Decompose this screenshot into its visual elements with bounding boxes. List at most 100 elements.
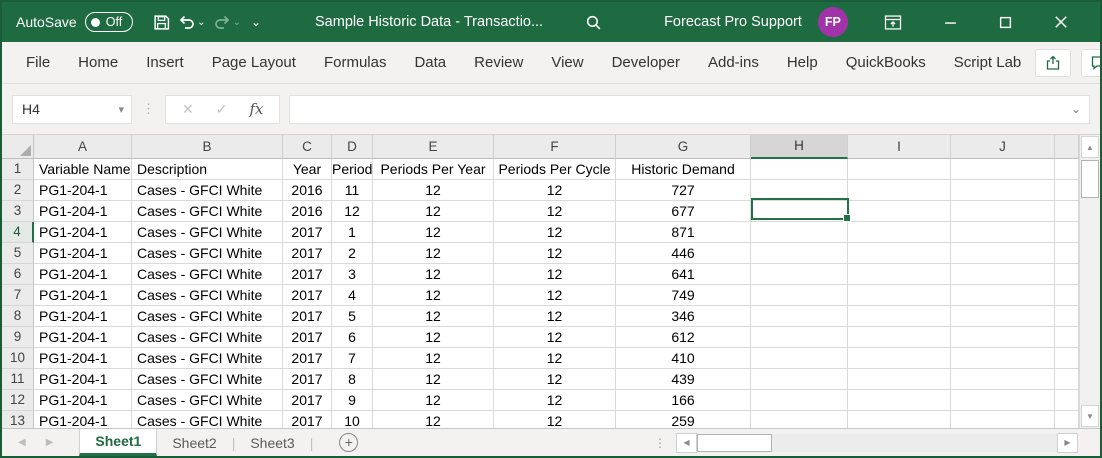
cell-H4[interactable] xyxy=(751,222,848,243)
row-header-8[interactable]: 8 xyxy=(2,306,34,327)
cell-J4[interactable] xyxy=(951,222,1055,243)
cell-D2[interactable]: 11 xyxy=(332,180,373,201)
avatar[interactable]: FP xyxy=(817,7,848,37)
cell-H1[interactable] xyxy=(751,159,848,180)
cell-E9[interactable]: 12 xyxy=(373,327,494,348)
cell-G5[interactable]: 446 xyxy=(616,243,751,264)
cell-H10[interactable] xyxy=(751,348,848,369)
row-header-3[interactable]: 3 xyxy=(2,201,34,222)
cell-F7[interactable]: 12 xyxy=(494,285,616,306)
cell-G8[interactable]: 346 xyxy=(616,306,751,327)
cell-D6[interactable]: 3 xyxy=(332,264,373,285)
cell-C2[interactable]: 2016 xyxy=(283,180,332,201)
column-header-B[interactable]: B xyxy=(132,135,283,159)
cell-C1[interactable]: Year xyxy=(283,159,332,180)
next-sheet-icon[interactable]: ▶ xyxy=(46,437,54,448)
cell-I13[interactable] xyxy=(848,411,951,428)
cell-F6[interactable]: 12 xyxy=(494,264,616,285)
ribbon-tab-home[interactable]: Home xyxy=(64,42,132,83)
cell-G10[interactable]: 410 xyxy=(616,348,751,369)
cell-F1[interactable]: Periods Per Cycle xyxy=(494,159,616,180)
row-header-5[interactable]: 5 xyxy=(2,243,34,264)
column-header-H[interactable]: H xyxy=(751,135,848,159)
cell-E7[interactable]: 12 xyxy=(373,285,494,306)
cell-A9[interactable]: PG1-204-1 xyxy=(34,327,132,348)
vertical-scrollbar-thumb[interactable] xyxy=(1081,160,1099,198)
close-button[interactable] xyxy=(1054,15,1068,29)
cell-D8[interactable]: 5 xyxy=(332,306,373,327)
cell-B13[interactable]: Cases - GFCI White xyxy=(132,411,283,428)
row-header-12[interactable]: 12 xyxy=(2,390,34,411)
cell-E6[interactable]: 12 xyxy=(373,264,494,285)
cell-A5[interactable]: PG1-204-1 xyxy=(34,243,132,264)
sheet-tab-sheet3[interactable]: Sheet3 xyxy=(235,429,309,456)
cell-H8[interactable] xyxy=(751,306,848,327)
cell-I6[interactable] xyxy=(848,264,951,285)
cell-I1[interactable] xyxy=(848,159,951,180)
cell-J2[interactable] xyxy=(951,180,1055,201)
cell-I7[interactable] xyxy=(848,285,951,306)
undo-button[interactable]: ⌄ xyxy=(176,12,207,33)
cell-H2[interactable] xyxy=(751,180,848,201)
cell-B5[interactable]: Cases - GFCI White xyxy=(132,243,283,264)
horizontal-scrollbar-track[interactable] xyxy=(772,433,1057,452)
horizontal-scrollbar-thumb[interactable] xyxy=(697,433,772,452)
scrollbar-resize-handle[interactable]: ⋮ xyxy=(654,436,666,450)
cell-H7[interactable] xyxy=(751,285,848,306)
save-button[interactable] xyxy=(151,11,172,34)
cell-J12[interactable] xyxy=(951,390,1055,411)
cell-A12[interactable]: PG1-204-1 xyxy=(34,390,132,411)
cell-J6[interactable] xyxy=(951,264,1055,285)
cell-F2[interactable]: 12 xyxy=(494,180,616,201)
cell-A11[interactable]: PG1-204-1 xyxy=(34,369,132,390)
ribbon-tab-insert[interactable]: Insert xyxy=(132,42,198,83)
cell-D1[interactable]: Period xyxy=(332,159,373,180)
cell-J13[interactable] xyxy=(951,411,1055,428)
cell-J11[interactable] xyxy=(951,369,1055,390)
scroll-left-icon[interactable]: ◀ xyxy=(676,432,697,453)
cell-A4[interactable]: PG1-204-1 xyxy=(34,222,132,243)
row-header-7[interactable]: 7 xyxy=(2,285,34,306)
sheet-tab-sheet1[interactable]: Sheet1 xyxy=(79,429,158,456)
select-all-button[interactable] xyxy=(2,135,34,159)
cell-F12[interactable]: 12 xyxy=(494,390,616,411)
ribbon-tab-quickbooks[interactable]: QuickBooks xyxy=(832,42,940,83)
cell-C11[interactable]: 2017 xyxy=(283,369,332,390)
cell-J3[interactable] xyxy=(951,201,1055,222)
cancel-icon[interactable]: ✕ xyxy=(182,101,194,118)
horizontal-scrollbar[interactable]: ◀ ▶ xyxy=(676,432,1078,453)
scroll-up-icon[interactable]: ▲ xyxy=(1081,136,1099,158)
cell-E5[interactable]: 12 xyxy=(373,243,494,264)
cell-I4[interactable] xyxy=(848,222,951,243)
cell-I12[interactable] xyxy=(848,390,951,411)
row-header-10[interactable]: 10 xyxy=(2,348,34,369)
column-header-A[interactable]: A xyxy=(34,135,132,159)
cell-G11[interactable]: 439 xyxy=(616,369,751,390)
cell-C6[interactable]: 2017 xyxy=(283,264,332,285)
cell-F9[interactable]: 12 xyxy=(494,327,616,348)
redo-dropdown-icon[interactable]: ⌄ xyxy=(233,17,241,28)
cell-B9[interactable]: Cases - GFCI White xyxy=(132,327,283,348)
row-header-9[interactable]: 9 xyxy=(2,327,34,348)
column-header-F[interactable]: F xyxy=(494,135,616,159)
ribbon-tab-data[interactable]: Data xyxy=(400,42,460,83)
cell-B4[interactable]: Cases - GFCI White xyxy=(132,222,283,243)
cell-A10[interactable]: PG1-204-1 xyxy=(34,348,132,369)
cell-A2[interactable]: PG1-204-1 xyxy=(34,180,132,201)
cell-F8[interactable]: 12 xyxy=(494,306,616,327)
cell-A7[interactable]: PG1-204-1 xyxy=(34,285,132,306)
cell-J10[interactable] xyxy=(951,348,1055,369)
enter-icon[interactable]: ✓ xyxy=(216,101,228,118)
row-header-4[interactable]: 4 xyxy=(2,222,34,243)
previous-sheet-icon[interactable]: ◀ xyxy=(18,437,26,448)
cell-H13[interactable] xyxy=(751,411,848,428)
cell-D3[interactable]: 12 xyxy=(332,201,373,222)
cell-I10[interactable] xyxy=(848,348,951,369)
cell-D10[interactable]: 7 xyxy=(332,348,373,369)
cell-E12[interactable]: 12 xyxy=(373,390,494,411)
cell-I8[interactable] xyxy=(848,306,951,327)
ribbon-tab-help[interactable]: Help xyxy=(773,42,832,83)
cell-E4[interactable]: 12 xyxy=(373,222,494,243)
cell-I9[interactable] xyxy=(848,327,951,348)
cell-B12[interactable]: Cases - GFCI White xyxy=(132,390,283,411)
